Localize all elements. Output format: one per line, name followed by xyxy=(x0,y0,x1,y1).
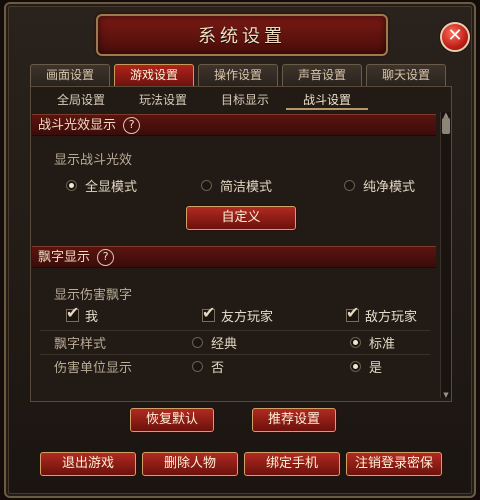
radio-dot xyxy=(350,361,361,372)
checkbox-self[interactable]: 我 xyxy=(66,303,99,325)
damage-unit-label: 伤害单位显示 xyxy=(54,361,133,376)
exit-game-button[interactable]: 退出游戏 xyxy=(40,452,136,476)
tab-display[interactable]: 画面设置 xyxy=(30,64,110,86)
restore-default-button[interactable]: 恢复默认 xyxy=(130,408,214,432)
cancel-login-protection-button[interactable]: 注销登录密保 xyxy=(346,452,442,476)
checkbox-box xyxy=(66,303,79,322)
radio-unit-yes[interactable]: 是 xyxy=(350,357,382,376)
tab-sound[interactable]: 声音设置 xyxy=(282,64,362,86)
sub-tabs: 全局设置 玩法设置 目标显示 战斗设置 xyxy=(40,90,368,110)
subtab-combat[interactable]: 战斗设置 xyxy=(286,90,368,110)
radio-dot xyxy=(192,337,203,348)
scroll-thumb[interactable] xyxy=(442,118,450,134)
radio-label: 是 xyxy=(369,361,383,376)
floating-text-header: 飘字显示 ? xyxy=(32,246,436,268)
radio-style-classic[interactable]: 经典 xyxy=(192,333,237,352)
help-icon[interactable]: ? xyxy=(97,249,115,266)
subtab-target-display[interactable]: 目标显示 xyxy=(204,90,286,110)
radio-dot xyxy=(350,337,361,348)
radio-pure-mode[interactable]: 纯净模式 xyxy=(344,176,415,195)
tab-game[interactable]: 游戏设置 xyxy=(114,64,194,86)
checkbox-box xyxy=(346,303,359,322)
radio-dot xyxy=(201,180,212,191)
floating-text-title: 飘字显示 xyxy=(38,250,91,265)
radio-style-standard[interactable]: 标准 xyxy=(350,333,395,352)
radio-full-mode[interactable]: 全显模式 xyxy=(66,176,137,195)
radio-simple-mode[interactable]: 简洁模式 xyxy=(201,176,272,195)
subtab-gameplay[interactable]: 玩法设置 xyxy=(122,90,204,110)
checkbox-label: 我 xyxy=(85,310,99,325)
custom-button[interactable]: 自定义 xyxy=(186,206,296,230)
delete-character-button[interactable]: 删除人物 xyxy=(142,452,238,476)
recommended-settings-button[interactable]: 推荐设置 xyxy=(252,408,336,432)
checkbox-friendly-players[interactable]: 友方玩家 xyxy=(202,303,274,325)
text-style-label: 飘字样式 xyxy=(54,337,107,352)
battle-effects-title: 战斗光效显示 xyxy=(38,118,117,133)
close-icon[interactable]: ✕ xyxy=(440,22,470,52)
tab-controls[interactable]: 操作设置 xyxy=(198,64,278,86)
tab-chat[interactable]: 聊天设置 xyxy=(366,64,446,86)
divider xyxy=(40,330,430,331)
radio-label: 简洁模式 xyxy=(220,180,273,195)
help-icon[interactable]: ? xyxy=(123,117,141,134)
divider xyxy=(40,354,430,355)
radio-unit-no[interactable]: 否 xyxy=(192,357,224,376)
radio-dot xyxy=(192,361,203,372)
battle-effects-label: 显示战斗光效 xyxy=(54,153,133,168)
subtab-global[interactable]: 全局设置 xyxy=(40,90,122,110)
radio-label: 经典 xyxy=(211,337,238,352)
radio-label: 全显模式 xyxy=(85,180,138,195)
radio-label: 否 xyxy=(211,361,225,376)
checkbox-label: 友方玩家 xyxy=(221,310,274,325)
main-tabs: 画面设置 游戏设置 操作设置 声音设置 聊天设置 xyxy=(30,64,446,86)
scroll-down-icon[interactable]: ▼ xyxy=(441,392,451,399)
bind-phone-button[interactable]: 绑定手机 xyxy=(244,452,340,476)
battle-effects-header: 战斗光效显示 ? xyxy=(32,114,436,136)
scrollbar[interactable]: ▲ ▼ xyxy=(440,112,451,399)
checkbox-enemy-players[interactable]: 敌方玩家 xyxy=(346,303,418,325)
damage-text-label: 显示伤害飘字 xyxy=(54,288,133,303)
window-title: 系统设置 xyxy=(96,14,388,56)
checkbox-box xyxy=(202,303,215,322)
radio-dot xyxy=(344,180,355,191)
window-title-text: 系统设置 xyxy=(198,26,286,47)
radio-dot xyxy=(66,180,77,191)
radio-label: 标准 xyxy=(369,337,396,352)
checkbox-label: 敌方玩家 xyxy=(365,310,418,325)
radio-label: 纯净模式 xyxy=(363,180,416,195)
